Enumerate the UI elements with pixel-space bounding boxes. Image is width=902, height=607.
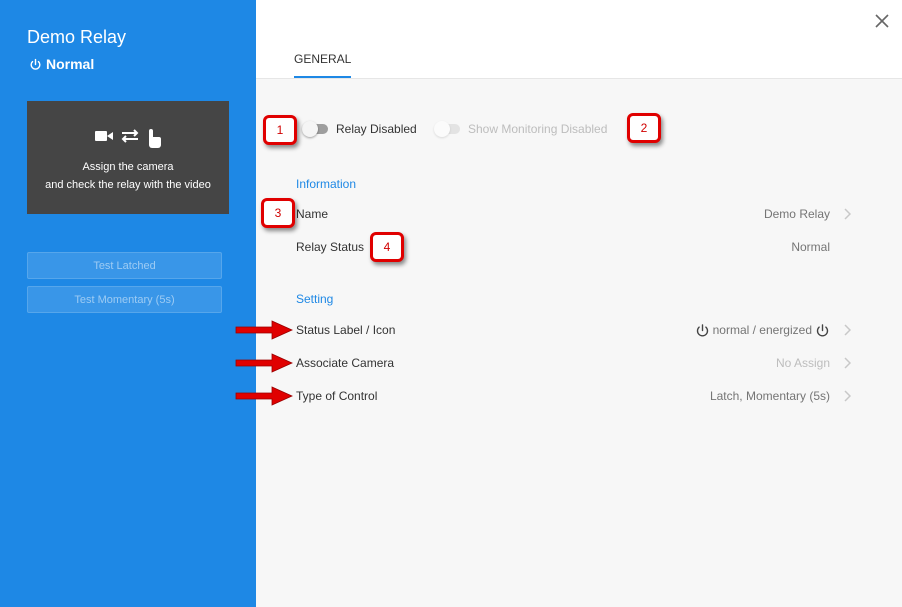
type-of-control-row[interactable]: Type of Control Latch, Momentary (5s) [296,386,863,406]
chevron-right-icon [830,208,863,220]
swap-arrows-icon [121,129,139,143]
setting-title: Setting [296,292,334,306]
chevron-right-icon [830,390,863,402]
annotation-arrow-icon [235,320,293,340]
sidebar-panel: Demo Relay Normal Assign the camera and … [0,0,256,607]
name-label: Name [296,207,329,221]
status-label-value-group: normal / energized [695,323,830,338]
test-latched-button[interactable]: Test Latched [27,252,222,279]
power-icon [696,323,708,336]
device-status: Normal [29,56,94,72]
annotation-arrow-icon [235,386,293,406]
associate-camera-row[interactable]: Associate Camera No Assign [296,353,863,373]
information-title: Information [296,177,357,191]
annotation-marker-1: 1 [263,115,297,145]
device-status-label: Normal [46,56,95,72]
annotation-marker-4: 4 [370,232,404,262]
test-momentary-button[interactable]: Test Momentary (5s) [27,286,222,313]
device-title: Demo Relay [27,27,127,47]
assign-camera-panel[interactable]: Assign the camera and check the relay wi… [27,101,229,214]
chevron-right-icon [830,324,863,336]
annotation-arrow-icon [235,353,293,373]
relay-status-label: Relay Status [296,240,365,254]
monitoring-toggle-row: Show Monitoring Disabled [434,121,608,137]
assign-camera-line2: and check the relay with the video [45,179,211,191]
power-icon [30,58,41,70]
dialog-header: GENERAL [256,0,902,79]
close-icon[interactable] [873,12,891,30]
name-row[interactable]: Name Demo Relay [296,204,863,224]
status-label-value: normal / energized [712,323,812,337]
relay-status-value: Normal [791,240,830,254]
assign-camera-text: Assign the camera and check the relay wi… [27,158,229,194]
annotation-marker-3: 3 [261,198,295,228]
power-icon [816,323,829,336]
name-value: Demo Relay [763,207,830,221]
associate-camera-value: No Assign [775,356,830,370]
monitoring-toggle[interactable] [434,121,460,137]
associate-camera-label: Associate Camera [296,356,395,370]
chevron-right-icon [830,357,863,369]
status-label-label: Status Label / Icon [296,323,396,337]
camera-icons [27,128,229,148]
status-label-row[interactable]: Status Label / Icon normal / energized [296,320,863,340]
touch-hand-icon [149,129,161,148]
relay-toggle-label: Relay Disabled [336,122,417,136]
type-of-control-value: Latch, Momentary (5s) [709,389,830,403]
type-of-control-label: Type of Control [296,389,378,403]
video-camera-icon [95,131,113,141]
annotation-marker-2: 2 [627,113,661,143]
relay-toggle[interactable] [302,121,328,137]
monitoring-toggle-label: Show Monitoring Disabled [468,122,608,136]
tab-general[interactable]: GENERAL [294,52,352,78]
relay-toggle-row: Relay Disabled [302,121,417,137]
assign-camera-line1: Assign the camera [82,161,174,173]
